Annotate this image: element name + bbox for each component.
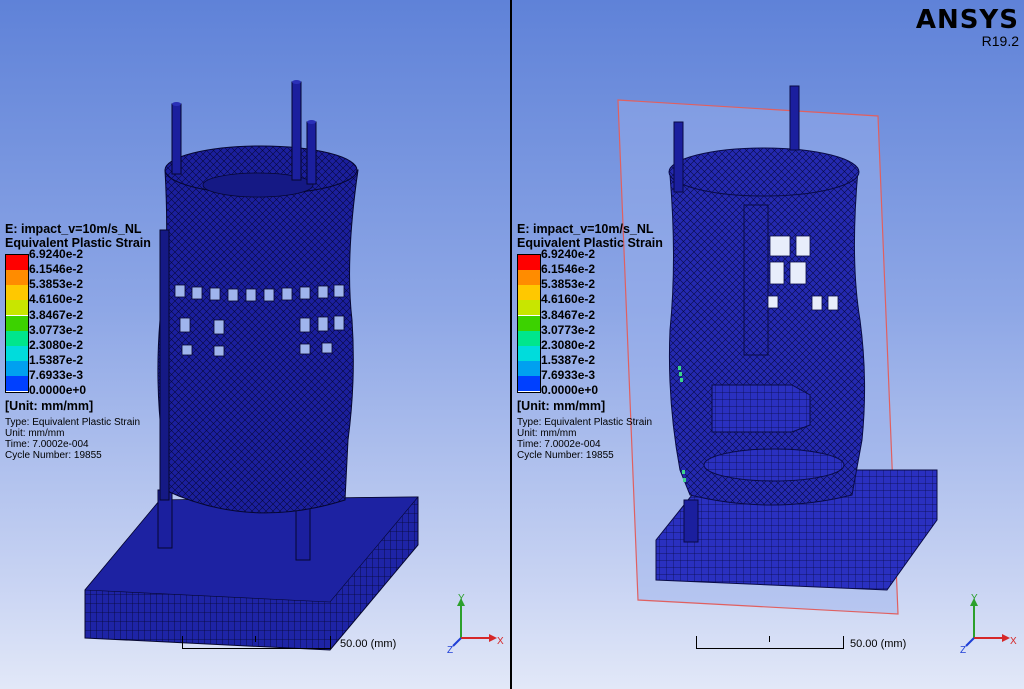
axis-y-label: Y [971,593,978,604]
legend-color-swatch [6,255,28,270]
axis-z-label: Z [960,645,966,654]
scale-ruler-label: 50.00 (mm) [850,638,907,650]
ansys-mechanical-window: E: impact_v=10m/s_NL Equivalent Plastic … [0,0,1024,689]
legend-color-swatch [518,361,540,376]
legend-color-swatch [518,300,540,315]
legend-label: 7.6933e-3 [29,368,84,382]
ansys-logo: ANSYS R19.2 [916,6,1019,48]
result-unit: Unit: mm/mm [5,428,65,439]
legend-label: 0.0000e+0 [29,383,87,397]
result-unit: Unit: mm/mm [517,428,577,439]
scale-ruler-midtick [255,636,256,642]
legend-label: 5.3853e-2 [29,277,84,291]
result-info: Type: Equivalent Plastic Strain Unit: mm… [517,417,652,461]
axis-y-label: Y [458,593,465,604]
legend-color-swatch [6,346,28,361]
result-time: Time: 7.0002e-004 [5,439,89,450]
legend-color-bar [5,254,29,393]
legend-label: 6.1546e-2 [541,262,596,276]
axis-x-label: X [497,636,504,647]
legend-color-swatch [6,361,28,376]
legend-color-swatch [6,376,28,391]
legend-color-swatch [518,346,540,361]
axis-triad-left[interactable]: Y X Z [443,592,507,654]
legend-unit: [Unit: mm/mm] [5,399,94,413]
legend-right[interactable]: E: impact_v=10m/s_NL Equivalent Plastic … [517,222,663,461]
result-time: Time: 7.0002e-004 [517,439,601,450]
scale-ruler-midtick [769,636,770,642]
right-viewport[interactable]: E: impact_v=10m/s_NL Equivalent Plastic … [512,0,1024,689]
legend-label: 1.5387e-2 [541,353,596,367]
legend-color-swatch [6,300,28,315]
legend-scale: 6.9240e-2 6.1546e-2 5.3853e-2 4.6160e-2 … [517,248,663,461]
legend-unit: [Unit: mm/mm] [517,399,606,413]
result-info: Type: Equivalent Plastic Strain Unit: mm… [5,417,140,461]
legend-color-swatch [6,270,28,285]
legend-color-swatch [518,255,540,270]
legend-label: 6.9240e-2 [541,247,596,261]
scale-ruler-label: 50.00 (mm) [340,638,397,650]
legend-color-swatch [6,285,28,300]
legend-label: 1.5387e-2 [29,353,84,367]
legend-label: 6.9240e-2 [29,247,84,261]
legend-label: 7.6933e-3 [541,368,596,382]
legend-label: 0.0000e+0 [541,383,599,397]
legend-label: 2.3080e-2 [29,338,84,352]
legend-color-swatch [518,331,540,346]
legend-label: 5.3853e-2 [541,277,596,291]
legend-label: 4.6160e-2 [541,292,596,306]
result-type: Type: Equivalent Plastic Strain [5,417,141,428]
product-version: R19.2 [981,33,1019,49]
legend-label: 3.8467e-2 [541,308,596,322]
result-type: Type: Equivalent Plastic Strain [517,417,653,428]
legend-label: 3.0773e-2 [29,323,84,337]
legend-label: 2.3080e-2 [541,338,596,352]
axis-x-label: X [1010,636,1017,647]
legend-left[interactable]: E: impact_v=10m/s_NL Equivalent Plastic … [5,222,151,461]
legend-color-swatch [518,376,540,391]
legend-color-swatch [6,331,28,346]
legend-label: 4.6160e-2 [29,292,84,306]
product-name: ANSYS [915,5,1019,35]
legend-title: E: impact_v=10m/s_NL [5,222,142,236]
legend-label: 6.1546e-2 [29,262,84,276]
legend-scale: 6.9240e-2 6.1546e-2 5.3853e-2 4.6160e-2 … [5,248,151,461]
scale-ruler-line [696,636,844,649]
scale-ruler-line [182,636,331,649]
axis-triad-right[interactable]: Y X Z [956,592,1020,654]
legend-label: 3.0773e-2 [541,323,596,337]
legend-label: 3.8467e-2 [29,308,84,322]
result-cycle: Cycle Number: 19855 [5,450,102,461]
axis-z-label: Z [447,645,453,654]
legend-color-swatch [518,285,540,300]
left-viewport[interactable]: E: impact_v=10m/s_NL Equivalent Plastic … [0,0,510,689]
legend-color-bar [517,254,541,393]
legend-color-swatch [518,270,540,285]
result-cycle: Cycle Number: 19855 [517,450,614,461]
legend-color-swatch [6,316,28,331]
legend-color-swatch [518,316,540,331]
legend-title: E: impact_v=10m/s_NL [517,222,654,236]
